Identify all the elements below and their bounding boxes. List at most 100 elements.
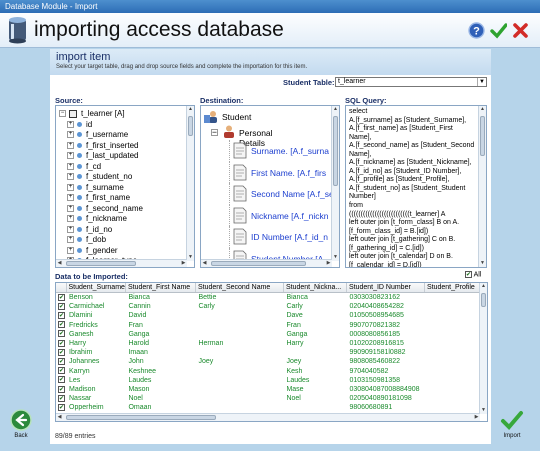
expand-icon[interactable]: + (67, 246, 74, 254)
source-field[interactable]: + f_nickname (67, 214, 143, 225)
row-checkbox[interactable]: ✔ (58, 339, 65, 347)
source-field[interactable]: + f_first_name (67, 193, 143, 204)
table-row[interactable]: ✔ Karryn Keshnee Kesh 9704040582 (56, 367, 484, 376)
source-field[interactable]: + f_student_no (67, 172, 143, 183)
destination-horizontal-scrollbar[interactable]: ◀ ▶ (201, 259, 332, 267)
window-title: Database Module - Import (0, 0, 540, 13)
table-cell: 0205040890181098 (349, 395, 412, 403)
row-checkbox[interactable]: ✔ (58, 321, 65, 329)
row-checkbox[interactable]: ✔ (58, 312, 65, 320)
destination-field[interactable]: Second Name [A.f_se (229, 183, 334, 205)
checkmark-icon[interactable] (490, 22, 507, 39)
close-icon[interactable] (512, 22, 529, 39)
expand-icon[interactable]: + (67, 152, 74, 160)
destination-field[interactable]: Surname. [A.f_surna (229, 140, 329, 162)
source-field[interactable]: + f_first_inserted (67, 141, 143, 152)
source-field[interactable]: + f_username (67, 130, 143, 141)
expand-icon[interactable]: + (67, 215, 74, 223)
sql-query-text[interactable]: select A.[f_surname] as [Student_Surname]… (349, 108, 477, 267)
table-cell (195, 330, 283, 339)
table-row[interactable]: ✔ Ganesh Ganga Ganga 0008080856185 (56, 330, 484, 339)
select-all-checkbox[interactable]: ✔ (465, 271, 472, 278)
expand-icon[interactable]: + (67, 162, 74, 170)
row-checkbox[interactable]: ✔ (58, 385, 65, 393)
column-header[interactable]: Student_Nickna... (283, 283, 347, 293)
source-field[interactable]: + f_second_name (67, 204, 143, 215)
row-checkbox[interactable]: ✔ (58, 348, 65, 356)
table-row[interactable]: ✔ Les Laudes Laudes 0103150981358 (56, 376, 484, 385)
row-checkbox[interactable]: ✔ (58, 302, 65, 310)
row-checkbox[interactable]: ✔ (58, 394, 65, 402)
column-header[interactable]: Student_Profile (424, 283, 485, 293)
expand-icon[interactable]: + (67, 173, 74, 181)
expand-icon[interactable]: + (67, 194, 74, 202)
import-button[interactable]: Import (500, 409, 524, 439)
expand-icon[interactable]: + (67, 183, 74, 191)
destination-field[interactable]: ID Number [A.f_id_n (229, 226, 328, 248)
collapse-icon[interactable]: − (211, 128, 218, 136)
source-vertical-scrollbar[interactable]: ▲ ▼ (186, 106, 194, 261)
table-cell: Keshnee (128, 367, 157, 375)
expand-icon[interactable]: + (67, 236, 74, 244)
source-field[interactable]: + f_surname (67, 183, 143, 194)
source-root[interactable]: − t_learner [A] (59, 109, 143, 120)
table-row[interactable]: ✔ Nassar Noel Noel 0205040890181098 (56, 394, 484, 403)
table-row[interactable]: ✔ Benson Bianca Bettie Bianca 0303030823162 (56, 293, 484, 303)
source-field[interactable]: + f_id_no (67, 225, 143, 236)
table-cell: Benson (69, 294, 93, 301)
table-row[interactable]: ✔ Opperheim Omaan 98060680891 (56, 403, 484, 412)
row-checkbox[interactable]: ✔ (58, 376, 65, 384)
data-to-import-label: Data to be Imported: (55, 272, 128, 281)
table-cell: John (128, 358, 144, 366)
source-horizontal-scrollbar[interactable]: ◀ ▶ (56, 259, 187, 267)
row-checkbox[interactable]: ✔ (58, 367, 65, 375)
sql-query-box[interactable]: select A.[f_surname] as [Student_Surname]… (345, 105, 487, 268)
row-checkbox[interactable]: ✔ (58, 404, 65, 412)
help-icon[interactable]: ? (468, 22, 485, 39)
chevron-down-icon[interactable]: ▼ (477, 78, 486, 86)
table-cell (195, 321, 283, 330)
row-checkbox[interactable]: ✔ (58, 293, 65, 301)
destination-vertical-scrollbar[interactable]: ▲ ▼ (331, 106, 339, 261)
column-header[interactable]: Student_Second Name (195, 283, 284, 293)
personal-details-section[interactable]: − Personal Details (209, 125, 273, 148)
expand-icon[interactable]: + (67, 141, 74, 149)
table-row[interactable]: ✔ Carmichael Cannin Carly Carly 0204040865428… (56, 302, 484, 311)
row-checkbox[interactable]: ✔ (58, 358, 65, 366)
select-all[interactable]: ✔ All (465, 271, 481, 278)
source-field[interactable]: + f_dob (67, 235, 143, 246)
source-field[interactable]: + f_last_updated (67, 151, 143, 162)
expand-icon[interactable]: + (67, 120, 74, 128)
expand-icon[interactable]: + (67, 225, 74, 233)
expand-icon[interactable]: + (67, 131, 74, 139)
row-checkbox[interactable]: ✔ (58, 330, 65, 338)
source-field[interactable]: + id (67, 120, 143, 131)
table-cell (195, 348, 283, 357)
field-icon (77, 174, 82, 180)
destination-tree[interactable]: Student − Personal Details Surname. [A.f… (200, 105, 340, 268)
sql-vertical-scrollbar[interactable]: ▲ ▼ (478, 106, 486, 267)
import-data-grid[interactable]: Student_Surname Student_First Name Student… (55, 282, 488, 422)
column-header[interactable]: Student_First Name (125, 283, 196, 293)
column-header[interactable]: Student_Surname (66, 283, 126, 293)
source-field[interactable]: + f_gender (67, 246, 143, 257)
back-button[interactable]: Back (10, 409, 32, 439)
destination-field[interactable]: First Name. [A.f_firs (229, 161, 326, 184)
expand-icon[interactable]: + (67, 204, 74, 212)
source-field[interactable]: + f_cd (67, 162, 143, 173)
table-row[interactable]: ✔ Dlamini David Dave 01050508954685 (56, 311, 484, 320)
student-table-select[interactable]: t_learner ▼ (335, 77, 487, 87)
table-row[interactable]: ✔ Ibrahim Imaan 9909091581l0882 (56, 348, 484, 357)
table-row[interactable]: ✔ Madison Mason Mase 030804087008884908 (56, 385, 484, 394)
source-tree[interactable]: − t_learner [A] + id + f_username + f_first_in… (55, 105, 195, 268)
grid-horizontal-scrollbar[interactable]: ◀ ▶ (56, 413, 480, 421)
destination-field[interactable]: Nickname [A.f_nickn (229, 204, 328, 227)
column-header[interactable]: Student_ID Number (346, 283, 425, 293)
table-row[interactable]: ✔ Harry Harold Herman Harry 01020208916815 (56, 339, 484, 348)
table-row[interactable]: ✔ Johannes John Joey Joey 9808085460822 (56, 357, 484, 366)
destination-root[interactable]: Student (204, 110, 251, 125)
sql-line: A.[f_nickname] as [Student_Nickname], (349, 159, 472, 167)
grid-vertical-scrollbar[interactable]: ▲ ▼ (479, 283, 487, 414)
collapse-icon[interactable]: − (59, 110, 66, 118)
table-row[interactable]: ✔ Fredricks Fran Fran 9907070821382 (56, 321, 484, 330)
